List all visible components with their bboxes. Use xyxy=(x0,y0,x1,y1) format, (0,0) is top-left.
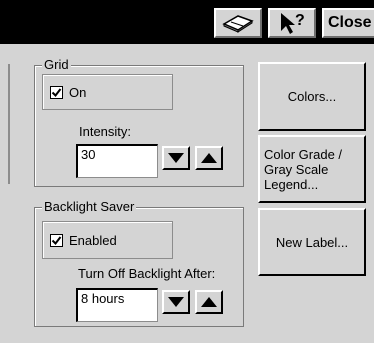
book-icon xyxy=(222,15,254,33)
up-arrow-icon xyxy=(201,153,217,163)
intensity-down-button[interactable] xyxy=(162,146,190,170)
grid-on-checkbox[interactable] xyxy=(50,85,63,99)
backlight-enabled-label: Enabled xyxy=(69,232,117,248)
colors-button[interactable]: Colors... xyxy=(258,62,366,131)
turn-off-input[interactable]: 8 hours xyxy=(76,288,158,322)
backlight-enabled-checkbox-area[interactable]: Enabled xyxy=(42,221,173,259)
title-bar: ? Close xyxy=(0,0,374,44)
help-pointer-icon: ? xyxy=(281,12,305,34)
grid-on-label: On xyxy=(69,84,87,100)
close-button[interactable]: Close xyxy=(322,8,374,38)
new-label-button-label: New Label... xyxy=(275,234,349,250)
color-grade-button-label: Color Grade / Gray Scale Legend... xyxy=(264,146,343,192)
up-arrow-icon xyxy=(201,297,217,307)
down-arrow-icon xyxy=(168,153,184,163)
intensity-label: Intensity: xyxy=(79,124,132,139)
grid-on-checkbox-area[interactable]: On xyxy=(42,74,173,110)
colors-button-label: Colors... xyxy=(287,89,337,104)
backlight-enabled-checkbox[interactable] xyxy=(50,233,63,247)
grid-legend: Grid xyxy=(42,57,71,72)
backlight-legend: Backlight Saver xyxy=(42,199,137,214)
turn-off-down-button[interactable] xyxy=(162,290,190,314)
intensity-input[interactable]: 30 xyxy=(76,144,158,178)
backlight-saver-group: Backlight Saver Enabled Turn Off Backlig… xyxy=(34,199,244,327)
turn-off-label: Turn Off Backlight After: xyxy=(78,266,216,281)
turn-off-up-button[interactable] xyxy=(195,290,223,314)
new-label-button[interactable]: New Label... xyxy=(258,208,366,276)
close-label: Close xyxy=(328,14,372,31)
color-grade-legend-button[interactable]: Color Grade / Gray Scale Legend... xyxy=(258,135,366,203)
check-icon xyxy=(51,87,62,97)
check-icon xyxy=(51,235,62,245)
svg-text:?: ? xyxy=(295,12,305,29)
book-button[interactable] xyxy=(214,8,262,38)
intensity-up-button[interactable] xyxy=(195,146,223,170)
left-border xyxy=(0,44,10,343)
help-button[interactable]: ? xyxy=(268,8,316,38)
left-divider xyxy=(8,64,10,184)
down-arrow-icon xyxy=(168,297,184,307)
grid-group: Grid On Intensity: 30 xyxy=(34,57,244,187)
